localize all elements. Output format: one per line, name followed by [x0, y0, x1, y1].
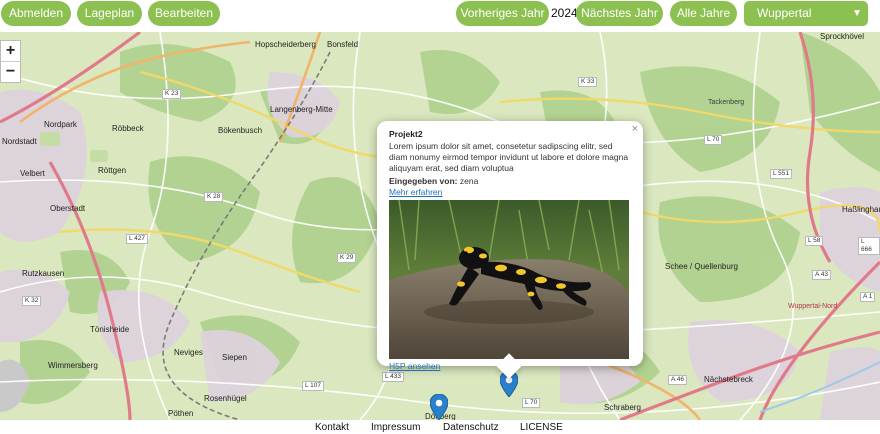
map-label: Röbbeck: [112, 124, 144, 133]
map-label: Bonsfeld: [327, 40, 359, 49]
map-label: Nordpark: [44, 120, 77, 129]
road-tag: L 70: [522, 398, 541, 408]
road-tag: L 666: [858, 237, 880, 255]
road-tag: L 70: [704, 135, 723, 145]
road-tag: A 1: [860, 292, 876, 302]
zoom-in-button[interactable]: +: [1, 41, 20, 61]
close-icon[interactable]: ×: [632, 123, 638, 135]
map-label: Langenberg-Mitte: [270, 105, 333, 114]
map-label: Hopscheiderberg: [255, 40, 316, 49]
road-tag: K 28: [204, 192, 224, 202]
popup-description: Lorem ipsum dolor sit amet, consetetur s…: [389, 141, 629, 173]
road-tag: K 32: [22, 296, 42, 306]
current-year: 2024: [551, 6, 578, 20]
logout-button[interactable]: Abmelden: [1, 1, 71, 26]
toolbar: Abmelden Lageplan Bearbeiten Vorheriges …: [0, 0, 880, 32]
road-tag: K 29: [337, 253, 357, 263]
road-tag: L 551: [770, 169, 793, 179]
popup-title: Projekt2: [389, 129, 423, 139]
map-label: Bökenbusch: [218, 126, 263, 135]
author-value: zena: [459, 176, 479, 186]
layout-button[interactable]: Lageplan: [77, 1, 142, 26]
chevron-down-icon: ▼: [852, 8, 862, 19]
map-label: Neviges: [174, 348, 203, 357]
more-link[interactable]: Mehr erfahren: [389, 187, 442, 197]
road-tag: L 433: [382, 372, 405, 382]
map-label: Nächstebreck: [704, 375, 753, 384]
zoom-out-button[interactable]: −: [1, 61, 20, 82]
map-label: Sprockhövel: [820, 32, 865, 41]
city-select[interactable]: Wuppertal ▼: [744, 1, 868, 26]
footer: Kontakt Impressum Datenschutz LICENSE: [0, 420, 880, 434]
map-label: Tackenberg: [708, 99, 745, 106]
road-tag: K 23: [162, 89, 182, 99]
road-tag: L 107: [302, 381, 325, 391]
next-year-button[interactable]: Nächstes Jahr: [576, 1, 663, 26]
road-tag: K 33: [578, 77, 598, 87]
road-tag: L 58: [805, 236, 824, 246]
edit-button[interactable]: Bearbeiten: [148, 1, 220, 26]
map-label: Velbert: [20, 169, 45, 178]
map-label: Haßlinghausen: [842, 205, 880, 214]
prev-year-button[interactable]: Vorheriges Jahr: [456, 1, 549, 26]
road-tag: A 46: [668, 375, 688, 385]
city-select-value: Wuppertal: [757, 6, 812, 20]
map-label: Siepen: [222, 353, 247, 362]
zoom-control: + −: [0, 40, 21, 83]
footer-link-imprint[interactable]: Impressum: [371, 422, 420, 433]
map-label: Wimmersberg: [48, 361, 98, 370]
map-label: Oberstadt: [50, 204, 86, 213]
footer-link-privacy[interactable]: Datenschutz: [443, 422, 499, 433]
map-label: Pöthen: [168, 409, 194, 418]
map-label: Schraberg: [604, 403, 641, 412]
footer-link-license[interactable]: LICENSE: [520, 422, 563, 433]
map-label: Schee / Quellenburg: [665, 262, 738, 271]
all-years-button[interactable]: Alle Jahre: [670, 1, 737, 26]
map-marker-icon[interactable]: [430, 394, 448, 420]
salamander-photo: [389, 200, 629, 359]
road-tag: L 427: [126, 234, 149, 244]
footer-link-contact[interactable]: Kontakt: [315, 422, 349, 433]
map-label: Nordstadt: [2, 137, 37, 146]
map-label: Rosenhügel: [204, 394, 247, 403]
map-label: Tönisheide: [90, 325, 130, 334]
map-label: Rutzkausen: [22, 269, 65, 278]
road-tag: A 43: [812, 270, 832, 280]
map-label: Röttgen: [98, 166, 127, 175]
author-label: Eingegeben von:: [389, 176, 458, 186]
marker-popup: × Projekt2 Lorem ipsum dolor sit amet, c…: [377, 121, 643, 379]
popup-author-line: Eingegeben von: zena: [389, 176, 631, 187]
map-label: Wuppertal-Nord: [788, 303, 838, 310]
